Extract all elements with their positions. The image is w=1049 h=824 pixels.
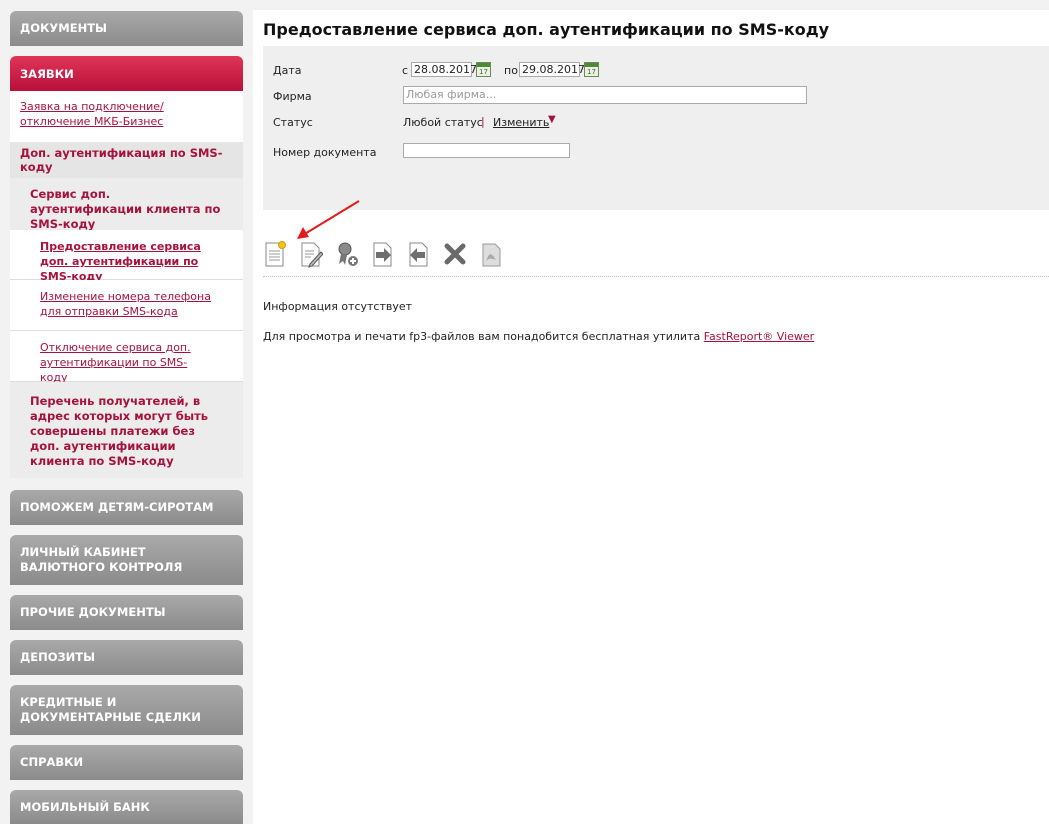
nav-requests[interactable]: ЗАЯВКИ [10,56,243,91]
date-from-input[interactable]: 28.08.2017 [411,62,477,77]
nav-documents[interactable]: ДОКУМЕНТЫ [10,11,243,46]
caret-down-icon[interactable]: ▼ [548,114,556,125]
viewer-note-text: Для просмотра и печати fp3-файлов вам по… [263,330,701,343]
doc-number-label: Номер документа [273,146,377,159]
nav-currency-control-label: ЛИЧНЫЙ КАБИНЕТ ВАЛЮТНОГО КОНТРОЛЯ [20,545,183,574]
provide-service-link[interactable]: Предоставление сервиса доп. аутентификац… [40,240,201,283]
sidebar: ДОКУМЕНТЫ ЗАЯВКИ Заявка на подключение/о… [10,0,243,824]
status-change-link[interactable]: Изменить [493,116,549,129]
calendar-from-icon[interactable]: 17 [476,62,491,77]
firm-input[interactable]: Любая фирма... [403,86,807,104]
receive-document-icon[interactable] [407,240,431,268]
nav-item-change-phone[interactable]: Изменение номера телефона для отправки S… [10,280,243,331]
sms-auth-group[interactable]: Доп. аутентификация по SMS-коду [10,142,243,178]
page-title: Предоставление сервиса доп. аутентификац… [263,20,830,39]
calendar-to-icon[interactable]: 17 [584,62,599,77]
nav-item-disable-service[interactable]: Отключение сервиса доп. аутентификации п… [10,331,243,384]
divider [263,276,1049,277]
nav-documents-label: ДОКУМЕНТЫ [20,21,107,35]
pdf-export-icon[interactable] [479,240,503,268]
nav-mobile-bank-label: МОБИЛЬНЫЙ БАНК [20,799,150,814]
nav-requests-label: ЗАЯВКИ [20,66,74,81]
nav-deposits-label: ДЕПОЗИТЫ [20,650,96,664]
status-label: Статус [273,116,313,129]
filter-panel: Дата с 28.08.2017 17 по 29.08.2017 17 Фи… [263,46,1049,210]
nav-credit-deals[interactable]: КРЕДИТНЫЕ И ДОКУМЕНТАРНЫЕ СДЕЛКИ [10,685,243,735]
annotation-arrow-icon [297,200,360,239]
nav-currency-control[interactable]: ЛИЧНЫЙ КАБИНЕТ ВАЛЮТНОГО КОНТРОЛЯ [10,535,243,585]
sms-service-label: Сервис доп. аутентификации клиента по SM… [30,187,221,231]
no-info-text: Информация отсутствует [263,300,413,313]
viewer-note: Для просмотра и печати fp3-файлов вам по… [263,330,814,343]
date-to-input[interactable]: 29.08.2017 [519,62,585,77]
status-value: Любой статус [403,116,483,129]
status-separator: | [481,115,485,128]
nav-item-provide-service[interactable]: Предоставление сервиса доп. аутентификац… [10,230,243,283]
firm-label: Фирма [273,90,312,103]
nav-orphans[interactable]: ПОМОЖЕМ ДЕТЯМ-СИРОТАМ [10,490,243,525]
main-content: Предоставление сервиса доп. аутентификац… [253,10,1049,824]
disable-service-link[interactable]: Отключение сервиса доп. аутентификации п… [40,341,191,384]
nav-mobile-bank[interactable]: МОБИЛЬНЫЙ БАНК [10,790,243,824]
date-label: Дата [273,64,302,77]
delete-icon[interactable] [443,240,467,268]
recipients-label: Перечень получателей, в адрес которых мо… [30,394,209,468]
nav-other-documents-label: ПРОЧИЕ ДОКУМЕНТЫ [20,605,166,619]
nav-orphans-label: ПОМОЖЕМ ДЕТЯМ-СИРОТАМ [20,500,214,514]
nav-deposits[interactable]: ДЕПОЗИТЫ [10,640,243,675]
edit-document-icon[interactable] [299,240,323,268]
recipients-list-item[interactable]: Перечень получателей, в адрес которых мо… [10,382,243,478]
nav-certificates-label: СПРАВКИ [20,755,84,769]
sms-service-group[interactable]: Сервис доп. аутентификации клиента по SM… [10,178,243,231]
date-to-prefix: по [504,64,518,77]
date-from-prefix: с [402,64,409,77]
change-phone-link[interactable]: Изменение номера телефона для отправки S… [40,290,211,318]
nav-credit-deals-label: КРЕДИТНЫЕ И ДОКУМЕНТАРНЫЕ СДЕЛКИ [20,695,201,724]
send-document-icon[interactable] [371,240,395,268]
mkb-request-item[interactable]: Заявка на подключение/отключение МКБ-Биз… [10,91,243,142]
doc-number-input[interactable] [403,143,570,158]
nav-other-documents[interactable]: ПРОЧИЕ ДОКУМЕНТЫ [10,595,243,630]
new-document-icon[interactable] [263,240,287,268]
add-signature-icon[interactable] [335,240,359,268]
sms-auth-label: Доп. аутентификация по SMS-коду [20,146,223,174]
fastreport-viewer-link[interactable]: FastReport® Viewer [704,330,814,343]
mkb-request-link[interactable]: Заявка на подключение/отключение МКБ-Биз… [20,100,164,128]
nav-certificates[interactable]: СПРАВКИ [10,745,243,780]
